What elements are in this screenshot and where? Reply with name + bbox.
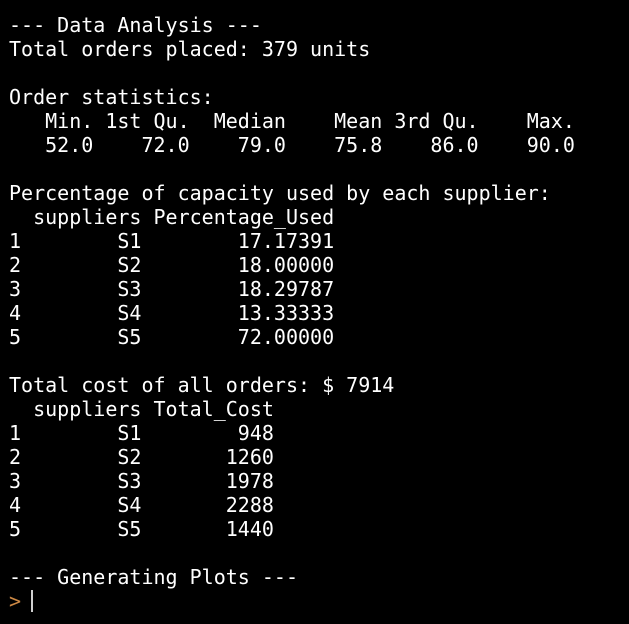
- command-prompt[interactable]: >: [9, 589, 629, 613]
- cost-table-row: 2 S2 1260: [9, 445, 274, 469]
- cost-table-row: 1 S1 948: [9, 421, 274, 445]
- total-orders-line: Total orders placed: 379 units: [9, 37, 371, 61]
- capacity-table-row: 5 S5 72.00000: [9, 325, 335, 349]
- capacity-table-row: 3 S3 18.29787: [9, 277, 335, 301]
- total-cost-line: Total cost of all orders: $ 7914: [9, 373, 395, 397]
- order-statistics-title: Order statistics:: [9, 85, 214, 109]
- capacity-table-row: 2 S2 18.00000: [9, 253, 335, 277]
- summary-header-row: Min. 1st Qu. Median Mean 3rd Qu. Max.: [9, 109, 587, 133]
- summary-values-row: 52.0 72.0 79.0 75.8 86.0 90.0: [9, 133, 587, 157]
- capacity-table-header: suppliers Percentage_Used: [9, 205, 335, 229]
- capacity-title: Percentage of capacity used by each supp…: [9, 181, 551, 205]
- text-cursor: [31, 590, 34, 612]
- prompt-symbol: >: [9, 589, 22, 613]
- generating-plots-line: --- Generating Plots ---: [9, 565, 298, 589]
- cost-table-header: suppliers Total_Cost: [9, 397, 274, 421]
- cost-table-row: 3 S3 1978: [9, 469, 274, 493]
- capacity-table-row: 1 S1 17.17391: [9, 229, 335, 253]
- r-console-output[interactable]: --- Data Analysis --- Total orders place…: [0, 0, 629, 624]
- cost-table-row: 4 S4 2288: [9, 493, 274, 517]
- header-data-analysis: --- Data Analysis ---: [9, 13, 262, 37]
- capacity-table-row: 4 S4 13.33333: [9, 301, 335, 325]
- cost-table-row: 5 S5 1440: [9, 517, 274, 541]
